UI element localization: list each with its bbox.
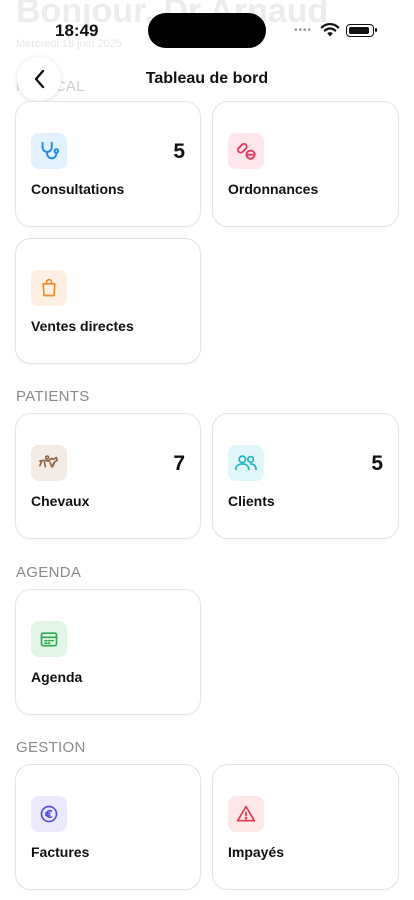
shopping-bag-icon	[31, 270, 67, 306]
card-consultations[interactable]: 5 Consultations	[15, 101, 201, 227]
stethoscope-icon	[31, 133, 67, 169]
section-title-gestion: GESTION	[16, 739, 86, 756]
factures-label: Factures	[31, 844, 90, 860]
card-ordonnances[interactable]: Ordonnances	[212, 101, 399, 227]
card-clients[interactable]: 5 Clients	[212, 413, 399, 539]
ventes-label: Ventes directes	[31, 318, 134, 334]
card-chevaux[interactable]: 7 Chevaux	[15, 413, 201, 539]
impayes-label: Impayés	[228, 844, 285, 860]
section-title-patients: PATIENTS	[16, 388, 90, 405]
clients-label: Clients	[228, 493, 275, 509]
page-title: Tableau de bord	[145, 70, 269, 87]
warning-icon	[228, 796, 264, 832]
status-time: 18:49	[55, 21, 99, 40]
card-agenda[interactable]: Agenda	[15, 589, 201, 715]
horse-icon	[31, 445, 67, 481]
section-title-agenda: AGENDA	[16, 564, 82, 581]
chevaux-label: Chevaux	[31, 493, 90, 509]
wifi-icon	[320, 23, 340, 37]
card-factures[interactable]: Factures	[15, 764, 201, 890]
card-impayes[interactable]: Impayés	[212, 764, 399, 890]
euro-icon	[31, 796, 67, 832]
pills-icon	[228, 133, 264, 169]
calendar-icon	[31, 621, 67, 657]
status-bar: 18:49 ••••	[0, 0, 414, 56]
chevaux-count: 7	[173, 452, 185, 475]
battery-icon	[346, 24, 377, 37]
ordonnances-label: Ordonnances	[228, 181, 319, 197]
clients-count: 5	[371, 452, 383, 475]
agenda-label: Agenda	[31, 669, 83, 685]
signal-icon: ••••	[294, 25, 313, 36]
consultations-count: 5	[173, 140, 185, 163]
consultations-label: Consultations	[31, 181, 125, 197]
card-ventes-directes[interactable]: Ventes directes	[15, 238, 201, 364]
users-icon	[228, 445, 264, 481]
dynamic-island	[148, 13, 266, 48]
